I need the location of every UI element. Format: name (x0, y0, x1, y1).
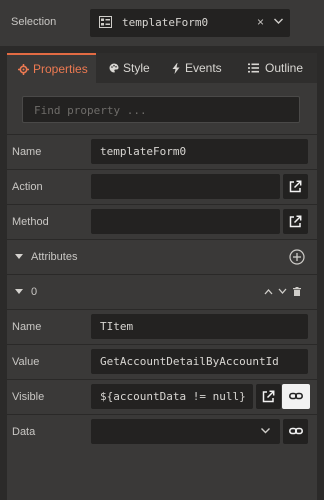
tab-style-label: Style (123, 61, 150, 75)
method-field[interactable] (91, 209, 280, 234)
external-link-icon (289, 180, 302, 193)
action-open-button[interactable] (283, 174, 308, 199)
name-value: templateForm0 (100, 145, 187, 158)
tab-properties-label: Properties (33, 62, 88, 76)
attribute-row-data: Data (7, 414, 317, 448)
selection-label: Selection (11, 16, 57, 28)
property-row-action: Action (7, 169, 317, 203)
method-open-button[interactable] (283, 209, 308, 234)
visible-open-button[interactable] (256, 384, 281, 409)
tab-style[interactable]: Style (96, 53, 159, 83)
attribute-row-name: Name TItem (7, 309, 317, 343)
tab-events[interactable]: Events (159, 53, 236, 83)
form-icon (99, 16, 112, 28)
attribute-data-label: Data (12, 426, 36, 438)
attribute-row-visible: Visible ${accountData != null} (7, 379, 317, 413)
selection-bar: Selection templateForm0 × (0, 0, 324, 46)
name-label: Name (12, 146, 42, 158)
clear-icon[interactable]: × (257, 15, 264, 29)
visible-bind-toggle[interactable] (282, 384, 310, 409)
attribute-item-index: 0 (31, 286, 38, 298)
find-property-input[interactable]: Find property ... (22, 96, 300, 123)
property-row-method: Method (7, 204, 317, 238)
properties-panel: Find property ... Name templateForm0 Act… (7, 83, 317, 500)
list-icon (248, 63, 259, 73)
gear-icon (18, 64, 29, 75)
tab-properties[interactable]: Properties (7, 53, 96, 83)
property-row-name: Name templateForm0 (7, 134, 317, 168)
attribute-name-label: Name (12, 321, 42, 333)
link-icon (289, 392, 303, 400)
move-up-icon[interactable] (264, 288, 273, 295)
attribute-visible-value: ${accountData != null} (100, 390, 246, 403)
attribute-name-value: TItem (100, 320, 134, 333)
method-label: Method (12, 216, 49, 228)
external-link-icon (289, 215, 302, 228)
data-bind-toggle[interactable] (283, 419, 308, 444)
external-link-icon (262, 390, 275, 403)
tab-events-label: Events (185, 61, 222, 75)
caret-down-icon[interactable] (15, 254, 23, 259)
palette-icon (109, 63, 119, 73)
caret-down-icon[interactable] (15, 289, 23, 294)
attribute-row-value: Value GetAccountDetailByAccountId (7, 344, 317, 378)
tab-outline-label: Outline (265, 61, 304, 75)
trash-icon[interactable] (293, 287, 301, 296)
attribute-visible-field[interactable]: ${accountData != null} (91, 384, 253, 409)
move-down-icon[interactable] (278, 288, 287, 295)
attribute-value-field[interactable]: GetAccountDetailByAccountId (91, 349, 308, 374)
attribute-value-label: Value (12, 356, 40, 368)
attributes-section-header[interactable]: Attributes (7, 239, 317, 273)
action-label: Action (12, 181, 43, 193)
bolt-icon (172, 63, 180, 74)
attribute-visible-label: Visible (12, 391, 45, 403)
attributes-label: Attributes (31, 251, 78, 263)
tab-outline[interactable]: Outline (236, 53, 317, 83)
tab-bar: Properties Style Events Outline (7, 53, 317, 83)
attribute-item-header[interactable]: 0 (7, 274, 317, 308)
action-field[interactable] (91, 174, 280, 199)
attribute-name-field[interactable]: TItem (91, 314, 308, 339)
chevron-down-icon[interactable] (273, 15, 284, 27)
link-icon (289, 427, 303, 435)
chevron-down-icon[interactable] (260, 427, 271, 435)
name-field[interactable]: templateForm0 (91, 139, 308, 164)
add-circle-icon[interactable] (289, 249, 305, 265)
selection-dropdown[interactable]: templateForm0 × (90, 9, 290, 37)
selection-value: templateForm0 (122, 16, 209, 29)
attribute-data-dropdown[interactable] (91, 419, 280, 444)
find-property-placeholder: Find property ... (34, 104, 147, 117)
attribute-value-value: GetAccountDetailByAccountId (100, 355, 279, 368)
